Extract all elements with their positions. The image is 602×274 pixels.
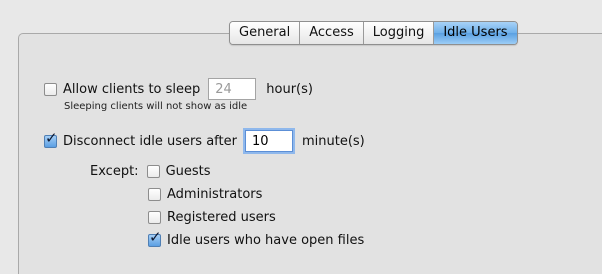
guests-checkbox[interactable] <box>146 165 160 178</box>
open-files-row: ✓ Idle users who have open files <box>148 230 365 248</box>
sleep-note: Sleeping clients will not show as idle <box>64 101 248 112</box>
checkmark-icon: ✓ <box>149 228 162 246</box>
open-files-label: Idle users who have open files <box>167 233 365 248</box>
disconnect-checkbox[interactable]: ✓ <box>44 130 58 148</box>
guests-label: Guests <box>165 164 211 179</box>
except-row: Except: Guests <box>90 164 211 179</box>
tab-access[interactable]: Access <box>299 22 363 44</box>
sleep-hours-field[interactable] <box>208 78 257 100</box>
registered-users-label: Registered users <box>167 210 276 225</box>
tab-general[interactable]: General <box>230 22 300 44</box>
checkmark-icon: ✓ <box>45 128 58 147</box>
tab-bar: General Access Logging Idle Users <box>229 21 518 45</box>
registered-users-checkbox[interactable] <box>148 211 161 224</box>
disconnect-label: Disconnect idle users after <box>63 133 237 149</box>
sleep-checkbox[interactable] <box>44 82 57 96</box>
tab-idle-users[interactable]: Idle Users <box>433 22 517 44</box>
administrators-row: Administrators <box>148 187 262 202</box>
administrators-checkbox[interactable] <box>148 188 161 201</box>
sleep-label: Allow clients to sleep <box>63 81 201 97</box>
registered-users-row: Registered users <box>148 210 276 225</box>
disconnect-minutes-field[interactable] <box>244 130 293 152</box>
except-label: Except: <box>90 164 139 179</box>
tab-logging[interactable]: Logging <box>362 22 434 44</box>
open-files-checkbox[interactable]: ✓ <box>148 230 162 247</box>
sleep-unit: hour(s) <box>266 81 313 97</box>
disconnect-row: ✓ Disconnect idle users after minute(s) <box>44 130 365 152</box>
disconnect-unit: minute(s) <box>301 133 365 149</box>
sleep-row: Allow clients to sleep hour(s) <box>44 78 313 100</box>
administrators-label: Administrators <box>167 187 263 202</box>
